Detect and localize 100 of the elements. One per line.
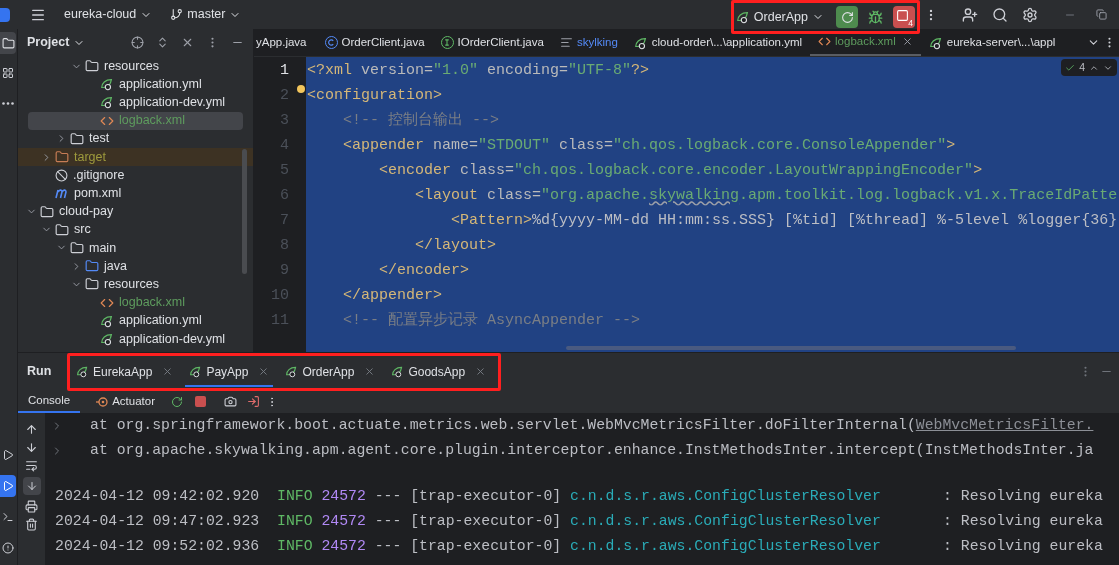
collapse-all-icon[interactable] [181, 36, 194, 49]
up-icon[interactable] [25, 423, 38, 436]
editor-tab[interactable]: IOrderClient.java [432, 29, 552, 56]
search-icon[interactable] [992, 6, 1008, 23]
print-icon[interactable] [25, 500, 38, 513]
add-user-icon[interactable] [962, 6, 978, 23]
app-logo-icon[interactable] [0, 7, 10, 22]
tree-item[interactable]: target [18, 147, 253, 167]
run-tab[interactable]: OrderApp [281, 356, 380, 387]
expand-all-icon[interactable] [156, 36, 169, 49]
branch-icon [170, 8, 184, 21]
tree-item[interactable]: application.yml [18, 311, 253, 330]
code-line: <appender name="STDOUT" class="ch.qos.logback.core.ConsoleAppender"> [342, 136, 956, 156]
code-line: <configuration> [306, 86, 443, 106]
close-icon[interactable] [162, 366, 174, 377]
editor-tab[interactable]: cloud-order\...\application.yml [625, 29, 811, 56]
tree-item[interactable]: application-dev.yml [18, 93, 253, 112]
folder-icon [55, 222, 69, 237]
folder-icon [55, 150, 69, 165]
code-line: <!-- 配置异步记录 AsyncAppender --> [342, 310, 641, 331]
code-line: <encoder class="ch.qos.logback.core.encoder.LayoutWrappingEncoder"> [378, 161, 983, 181]
rerun-icon[interactable] [171, 395, 184, 408]
debug-icon[interactable] [868, 9, 883, 25]
folder-icon [85, 277, 99, 292]
tree-item[interactable]: main [18, 238, 253, 258]
editor-tab[interactable]: yApp.java [254, 29, 317, 56]
run-tab[interactable]: PayApp [185, 356, 274, 387]
line-number: 1 [280, 61, 289, 81]
rerun-button[interactable] [836, 6, 858, 28]
console-line: at org.springframework.boot.actuate.metrics.web.servlet.WebMvcMetricsFilter.doFilterInternal(WebMvcMetricsFilter. [90, 416, 1094, 435]
down-icon[interactable] [25, 441, 38, 454]
spring-app-icon [100, 77, 114, 92]
run-tab[interactable]: EurekaApp [72, 356, 178, 387]
tree-item[interactable]: application.yml [18, 75, 253, 94]
run-config-selector[interactable]: OrderApp [735, 7, 824, 27]
folder-icon [70, 131, 84, 146]
tree-item[interactable]: resources [18, 57, 253, 76]
tree-item[interactable]: logback.xml [18, 293, 253, 312]
spring-app-icon [189, 365, 203, 378]
rerun-icon [840, 10, 854, 24]
tree-item[interactable]: resources [18, 275, 253, 294]
bulb-icon[interactable] [297, 85, 305, 93]
tab-label: cloud-order\...\application.yml [651, 34, 803, 50]
code-line: </layout> [414, 236, 497, 256]
spring-app-icon [735, 10, 750, 24]
console-line: 2024-04-12 09:52:02.936 INFO 24572 --- [trap-executor-0] c.n.d.s.r.aws.ConfigClusterResolver : Resolving eureka [55, 537, 1103, 556]
run-tab[interactable]: GoodsApp [387, 356, 491, 387]
tree-item[interactable]: pom.xml [18, 184, 253, 203]
run-panel-title: Run [27, 363, 53, 381]
settings-icon[interactable] [1022, 6, 1038, 23]
trash-icon[interactable] [25, 518, 38, 531]
branch-selector[interactable]: master [170, 5, 242, 24]
stop-icon[interactable] [195, 396, 207, 407]
code-line: </encoder> [378, 261, 470, 281]
scroll-to-end-button[interactable] [22, 477, 41, 495]
tab-label: IOrderClient.java [457, 34, 544, 50]
run-tool-button[interactable] [0, 475, 16, 497]
structure-icon [2, 67, 14, 79]
console-tab[interactable]: Actuator [86, 390, 166, 413]
close-icon[interactable] [475, 366, 487, 377]
restore-icon[interactable] [1096, 9, 1107, 20]
folder-icon [85, 259, 99, 274]
close-icon[interactable] [364, 366, 376, 377]
close-icon[interactable] [901, 36, 913, 47]
tree-item[interactable]: java [18, 257, 253, 276]
tree-item[interactable]: test [18, 129, 253, 148]
scroll-to-end-icon [25, 480, 38, 492]
project-view-selector[interactable]: Project [27, 33, 86, 52]
spring-app-icon [285, 365, 299, 378]
scrollbar[interactable] [242, 149, 247, 274]
editor-tab[interactable]: OrderClient.java [316, 29, 433, 56]
locate-icon[interactable] [131, 36, 144, 49]
alert-icon [2, 542, 14, 554]
folder-icon [1, 36, 15, 50]
code-line: <?xml version="1.0" encoding="UTF-8"?> [306, 61, 650, 81]
tree-item[interactable]: src [18, 220, 253, 239]
tab-label: OrderClient.java [341, 34, 425, 50]
camera-icon[interactable] [224, 395, 238, 408]
folder-icon [85, 59, 99, 74]
close-icon[interactable] [258, 366, 270, 377]
console-line: 2024-04-12 09:42:02.920 INFO 24572 --- [trap-executor-0] c.n.d.s.r.aws.ConfigClusterResolver : Resolving eureka [55, 487, 1103, 506]
code-line: </appender> [342, 286, 443, 306]
tree-item[interactable]: application-dev.yml [18, 329, 253, 348]
stop-icon [896, 9, 909, 22]
spring-app-icon [391, 365, 405, 378]
tab-label: logback.xml [835, 33, 896, 49]
workspace-selector[interactable]: eureka-cloud [64, 5, 153, 24]
editor-tab[interactable]: skylking [551, 29, 626, 56]
stop-button[interactable]: 4 [893, 6, 915, 28]
spring-app-icon [928, 35, 943, 50]
actuator-icon [96, 395, 109, 408]
project-tool-button[interactable] [0, 32, 16, 54]
tree-item[interactable]: .gitignore [18, 166, 253, 185]
inspection-widget[interactable]: 4 [1061, 59, 1117, 76]
code-line: <layout class="org.apache.skywalking.apm.toolkit.log.logback.v1.x.TraceIdPatte [414, 186, 1118, 206]
editor-tab[interactable]: eureka-server\...\appl [920, 29, 1064, 56]
soft-wrap-icon[interactable] [25, 459, 38, 472]
exit-icon[interactable] [247, 395, 261, 408]
tab-label: yApp.java [256, 34, 307, 50]
tree-item[interactable]: cloud-pay [18, 202, 253, 221]
